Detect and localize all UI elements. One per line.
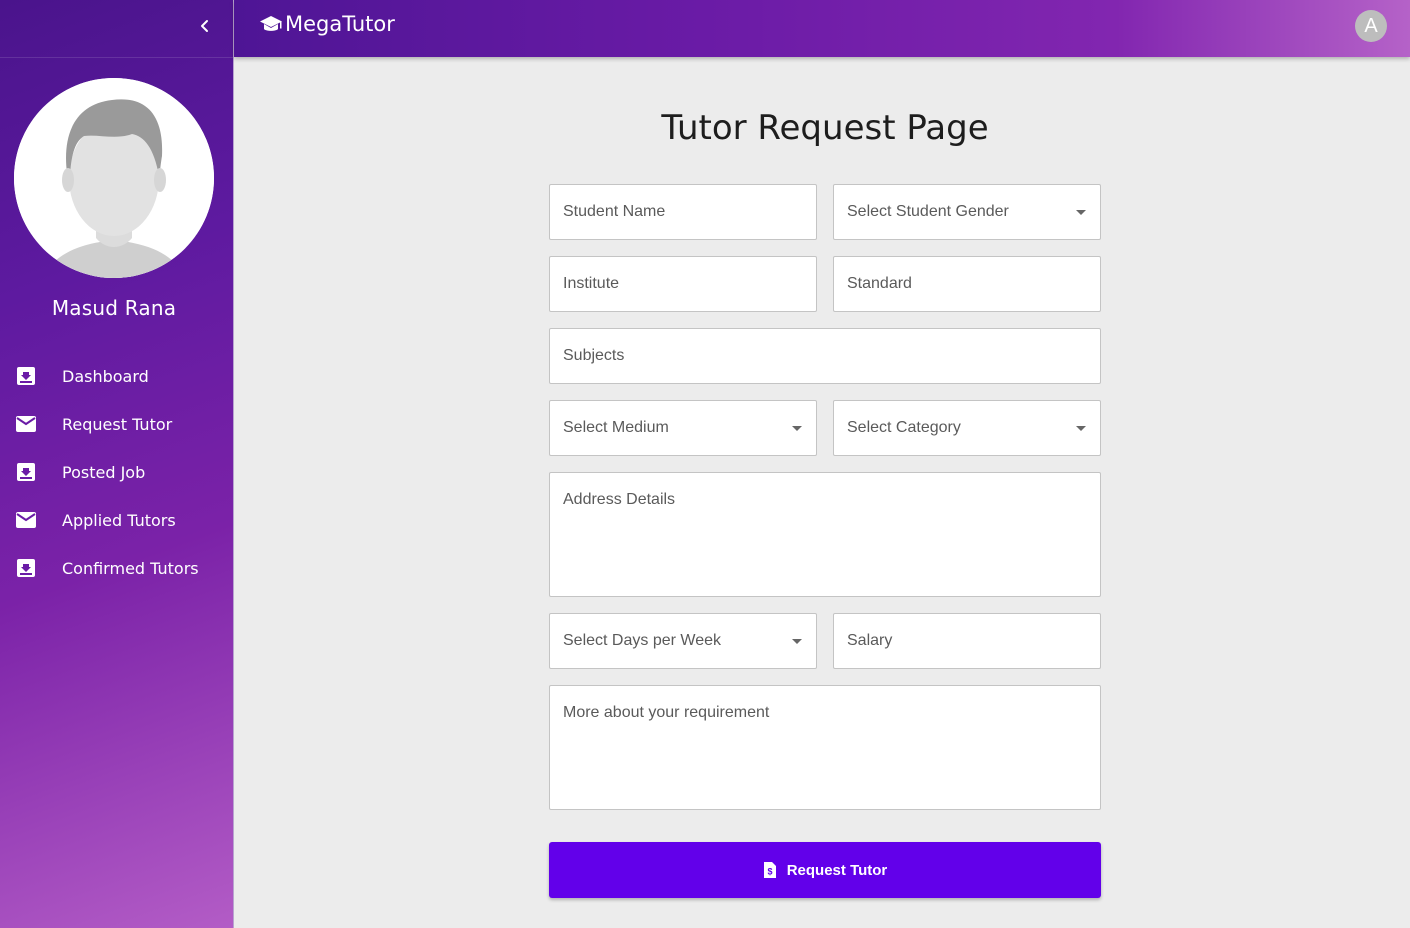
sidebar-item-request-tutor[interactable]: Request Tutor	[0, 400, 234, 448]
collapse-sidebar-button[interactable]	[192, 13, 218, 39]
dropdown-arrow-icon	[792, 639, 802, 644]
student-gender-placeholder: Select Student Gender	[847, 203, 1009, 220]
requirement-placeholder: More about your requirement	[563, 704, 770, 721]
institute-placeholder: Institute	[563, 275, 620, 292]
top-app-bar: MegaTutor A	[234, 0, 1410, 57]
brand-logo[interactable]: MegaTutor	[259, 12, 395, 36]
subjects-placeholder: Subjects	[563, 347, 625, 364]
salary-placeholder: Salary	[847, 632, 893, 649]
requirement-textarea[interactable]: More about your requirement	[549, 685, 1101, 810]
sidebar-item-label: Applied Tutors	[62, 510, 176, 530]
svg-text:$: $	[767, 867, 772, 877]
sidebar-top	[0, 0, 233, 58]
sidebar: Masud Rana Dashboard Request Tutor Poste…	[0, 0, 234, 928]
address-placeholder: Address Details	[563, 491, 676, 508]
days-per-week-placeholder: Select Days per Week	[563, 632, 721, 649]
page-title: Tutor Request Page	[661, 108, 989, 148]
sidebar-item-confirmed-tutors[interactable]: Confirmed Tutors	[0, 544, 234, 592]
standard-placeholder: Standard	[847, 275, 912, 292]
inbox-download-icon	[16, 558, 36, 578]
salary-input[interactable]: Salary	[833, 613, 1101, 669]
category-select[interactable]: Select Category	[833, 400, 1101, 456]
user-name: Masud Rana	[51, 296, 177, 320]
account-avatar-button[interactable]: A	[1355, 10, 1387, 42]
sidebar-nav: Dashboard Request Tutor Posted Job Appli…	[0, 352, 234, 592]
address-details-textarea[interactable]: Address Details	[549, 472, 1101, 597]
invoice-dollar-icon: $	[763, 862, 777, 878]
subjects-input[interactable]: Subjects	[549, 328, 1101, 384]
institute-input[interactable]: Institute	[549, 256, 817, 312]
days-per-week-select[interactable]: Select Days per Week	[549, 613, 817, 669]
sidebar-item-posted-job[interactable]: Posted Job	[0, 448, 234, 496]
standard-input[interactable]: Standard	[833, 256, 1101, 312]
graduation-cap-icon	[260, 16, 282, 31]
mail-icon	[16, 414, 36, 434]
chevron-left-icon	[201, 20, 208, 32]
inbox-download-icon	[16, 366, 36, 386]
medium-select[interactable]: Select Medium	[549, 400, 817, 456]
inbox-download-icon	[16, 462, 36, 482]
sidebar-item-label: Dashboard	[62, 366, 149, 386]
brand-name: MegaTutor	[285, 12, 395, 36]
sidebar-item-applied-tutors[interactable]: Applied Tutors	[0, 496, 234, 544]
sidebar-item-label: Request Tutor	[62, 414, 173, 434]
medium-placeholder: Select Medium	[563, 419, 669, 436]
request-tutor-button-label: Request Tutor	[786, 861, 888, 879]
sidebar-item-label: Confirmed Tutors	[62, 558, 199, 578]
student-gender-select[interactable]: Select Student Gender	[833, 184, 1101, 240]
category-placeholder: Select Category	[847, 419, 961, 436]
sidebar-item-dashboard[interactable]: Dashboard	[0, 352, 234, 400]
profile-avatar	[14, 78, 214, 278]
sidebar-item-label: Posted Job	[62, 462, 146, 482]
request-tutor-button[interactable]: $ Request Tutor	[549, 842, 1101, 898]
student-name-input[interactable]: Student Name	[549, 184, 817, 240]
student-name-placeholder: Student Name	[563, 203, 666, 220]
mail-icon	[16, 510, 36, 530]
dropdown-arrow-icon	[1076, 210, 1086, 215]
dropdown-arrow-icon	[792, 426, 802, 431]
dropdown-arrow-icon	[1076, 426, 1086, 431]
default-user-silhouette-icon	[14, 78, 214, 278]
